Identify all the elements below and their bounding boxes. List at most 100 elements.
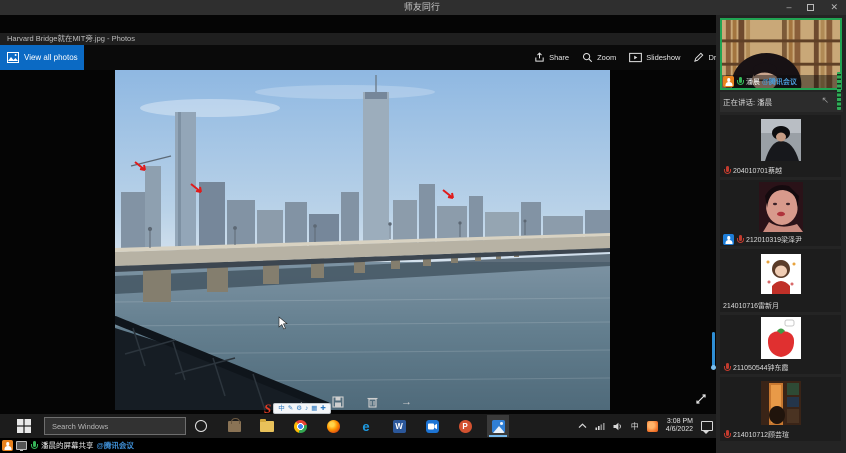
clock-date: 4/6/2022 [666, 426, 693, 435]
word-button[interactable]: W [388, 415, 410, 437]
view-all-photos-label: View all photos [24, 53, 78, 62]
meeting-watermark: @腾讯会议 [762, 77, 797, 87]
participant-avatar [720, 180, 841, 233]
mic-level-indicator [837, 72, 841, 110]
slideshow-icon [629, 52, 642, 63]
word-icon: W [393, 420, 406, 433]
ime-sound-icon[interactable]: ♪ [305, 404, 308, 414]
photos-app-titlebar: Harvard Bridge就在MIT旁.jpg - Photos [0, 33, 716, 45]
participant-tile[interactable]: 214010716雷新月 [720, 249, 841, 312]
cortana-button[interactable] [190, 415, 212, 437]
minimize-icon[interactable]: – [786, 0, 791, 15]
fullscreen-expand-icon[interactable] [694, 392, 708, 406]
share-label: Share [549, 53, 569, 62]
window-controls: – ✕ [786, 0, 838, 15]
powerpoint-icon: P [459, 420, 472, 433]
store-icon [228, 421, 241, 432]
participant-tile[interactable]: 204010701蔡越 [720, 115, 841, 177]
powerpoint-button[interactable]: P [454, 415, 476, 437]
active-speaker-video[interactable]: 潘晨 @腾讯会议 [720, 18, 842, 90]
bridge-photo [115, 70, 610, 410]
participant-avatar [720, 115, 841, 164]
start-button[interactable] [16, 418, 32, 434]
photos-zoom-slider[interactable] [712, 332, 715, 368]
slideshow-button[interactable]: Slideshow [629, 52, 680, 63]
cortana-icon [195, 420, 207, 432]
next-photo-button[interactable]: → [401, 395, 412, 409]
ime-pen-icon[interactable]: ✎ [288, 404, 293, 414]
photos-app-button[interactable] [487, 415, 509, 437]
ime-lang-icon[interactable]: 中 [278, 404, 285, 414]
taskbar-search-input[interactable] [44, 417, 186, 435]
system-tray: 中 3:08 PM 4/6/2022 [578, 414, 713, 438]
network-icon[interactable] [595, 422, 605, 430]
speaking-status-text: 正在讲话: 潘晨 [720, 97, 772, 108]
speaker-icon[interactable] [613, 422, 623, 431]
taskbar-app-icons: e W P [190, 414, 509, 438]
meeting-watermark: @腾讯会议 [97, 440, 134, 451]
photos-window-title: Harvard Bridge就在MIT旁.jpg - Photos [7, 33, 135, 45]
mic-muted-icon [723, 430, 731, 439]
edge-icon: e [362, 420, 369, 433]
tencent-meeting-icon [426, 420, 439, 433]
share-button[interactable]: Share [534, 52, 569, 63]
participant-name: 214010712顾芸瑄 [733, 430, 789, 440]
mic-muted-icon [723, 363, 731, 372]
ime-settings-icon[interactable]: ⚙ [296, 404, 302, 414]
host-badge-icon [2, 440, 13, 451]
participant-tile[interactable]: 214010712顾芸瑄 [720, 377, 841, 441]
view-all-photos-button[interactable]: View all photos [0, 45, 84, 70]
participant-avatar [720, 249, 841, 299]
magnifier-icon [582, 52, 593, 63]
mic-muted-icon [723, 166, 731, 175]
ime-board-icon[interactable]: ▦ [311, 404, 317, 414]
meeting-title: 师友同行 [404, 0, 440, 15]
chrome-button[interactable] [289, 415, 311, 437]
host-badge-icon [723, 76, 734, 87]
mouse-cursor [278, 316, 288, 330]
zoom-button[interactable]: Zoom [582, 52, 616, 63]
maximize-icon[interactable] [807, 4, 814, 11]
active-speaker-name: 潘晨 [746, 77, 760, 87]
store-button[interactable] [223, 415, 245, 437]
cohost-badge-icon [723, 234, 734, 245]
participant-avatar [720, 377, 841, 428]
screen-share-label: 潘晨的屏幕共享 @腾讯会议 [2, 439, 134, 452]
save-icon[interactable] [332, 396, 344, 408]
folder-icon [260, 421, 274, 432]
firefox-icon [327, 420, 340, 433]
zoom-label: Zoom [597, 53, 616, 62]
ime-indicator[interactable]: 中 [631, 421, 639, 432]
slideshow-label: Slideshow [646, 53, 680, 62]
mic-on-icon [30, 441, 38, 450]
tray-chevron-icon[interactable] [578, 423, 587, 429]
speaking-status-row: 正在讲话: 潘晨 ↖ [720, 92, 843, 112]
edge-button[interactable]: e [355, 415, 377, 437]
taskbar-clock[interactable]: 3:08 PM 4/6/2022 [666, 418, 693, 435]
screen-share-icon [16, 441, 27, 450]
participant-name: 204010701蔡越 [733, 166, 782, 176]
participant-name: 214010716雷新月 [723, 301, 779, 311]
tencent-meeting-button[interactable] [421, 415, 443, 437]
participant-tile[interactable]: 212010319梁泽尹 [720, 180, 841, 246]
screen-share-text: 潘晨的屏幕共享 [41, 440, 94, 451]
delete-icon[interactable] [367, 396, 378, 408]
participant-name-row: 214010716雷新月 [720, 299, 841, 312]
action-center-icon[interactable] [701, 421, 713, 431]
active-speaker-name-row: 潘晨 @腾讯会议 [722, 75, 840, 88]
participant-tile[interactable]: 211050544钟东霞 [720, 315, 841, 374]
chrome-icon [294, 420, 307, 433]
meeting-titlebar: 师友同行 – ✕ [0, 0, 846, 15]
firefox-button[interactable] [322, 415, 344, 437]
file-explorer-button[interactable] [256, 415, 278, 437]
participant-name-row: 211050544钟东霞 [720, 361, 841, 374]
close-icon[interactable]: ✕ [830, 0, 838, 15]
participant-avatar [720, 315, 841, 361]
collapse-arrow-icon[interactable]: ↖ [821, 95, 829, 106]
photos-app-icon [492, 420, 505, 433]
tray-app-icon[interactable] [647, 421, 658, 432]
pen-icon [693, 52, 704, 63]
share-icon [534, 52, 545, 63]
participant-name-row: 212010319梁泽尹 [720, 233, 841, 246]
ime-toolbox-icon[interactable]: ✚ [320, 404, 325, 414]
